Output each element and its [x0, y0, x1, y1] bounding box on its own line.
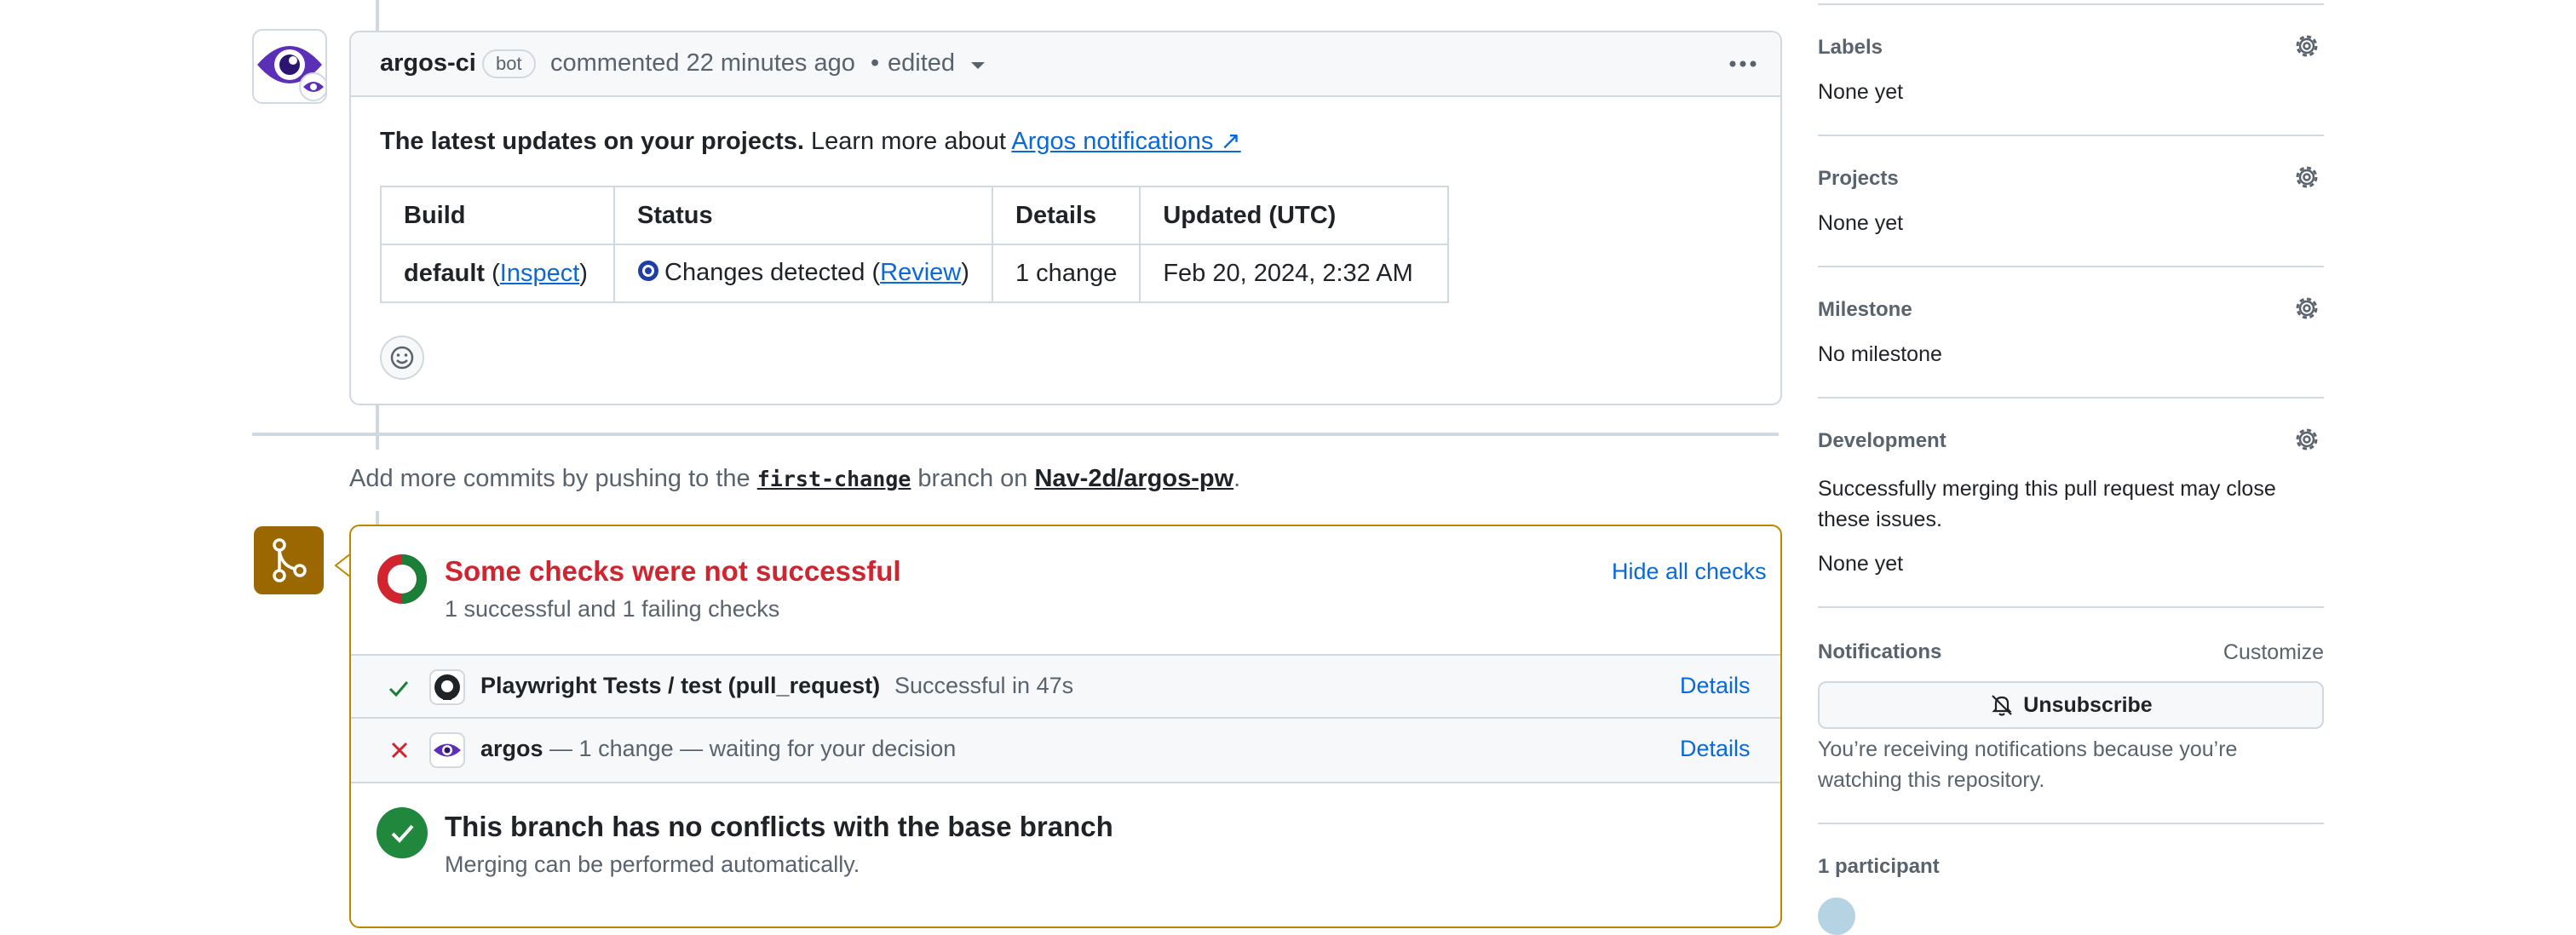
development-gear-icon[interactable] [2291, 424, 2322, 455]
check-details-link[interactable]: Details [1680, 673, 1751, 699]
check-name[interactable]: Playwright Tests / test (pull_request) [480, 673, 880, 699]
bot-avatar[interactable] [252, 29, 328, 104]
col-header-details: Details [991, 186, 1141, 245]
development-text: Successfully merging this pull request m… [1818, 477, 2276, 531]
sidebar-notifications: Notifications Customize [1818, 640, 2324, 674]
merge-ok-icon [377, 807, 428, 858]
check-desc: Successful in 47s [894, 673, 1074, 698]
builds-table: Build Status Details Updated (UTC) defau… [380, 186, 1450, 303]
table-row: default (Inspect) Changes detected (Revi… [380, 244, 1450, 303]
inspect-link[interactable]: Inspect [500, 260, 580, 287]
comment-header: argos-ci bot commented 22 minutes ago • … [351, 32, 1780, 97]
repo-link[interactable]: Nav-2d/argos-pw [1034, 465, 1233, 492]
check-fail-icon [388, 739, 411, 766]
argos-eye-icon [257, 46, 328, 101]
status-text: Changes detected [664, 258, 865, 286]
smiley-icon [390, 346, 414, 370]
sidebar-divider [1818, 3, 2324, 5]
add-reaction-button[interactable] [380, 336, 424, 380]
milestone-title: Milestone [1818, 298, 1912, 321]
argos-notifications-link[interactable]: Argos notifications ↗ [1011, 128, 1240, 155]
development-value: None yet [1818, 552, 1904, 576]
notifications-title: Notifications [1818, 640, 1942, 663]
checks-subtitle: 1 successful and 1 failing checks [445, 596, 780, 622]
push-hint: Add more commits by pushing to the first… [349, 465, 1240, 493]
sidebar-divider [1818, 606, 2324, 608]
timeline-line [376, 436, 379, 450]
kebab-menu-icon[interactable] [1728, 51, 1758, 81]
review-link[interactable]: Review [880, 259, 961, 286]
build-name: default [404, 259, 486, 287]
push-hint-middle: branch on [911, 465, 1035, 492]
edited-label[interactable]: edited [888, 49, 955, 77]
push-hint-prefix: Add more commits by pushing to the [349, 465, 757, 492]
bell-slash-icon [1992, 695, 2013, 716]
cell-updated: Feb 20, 2024, 2:32 AM [1139, 244, 1450, 303]
intro-bold: The latest updates on your projects. [380, 128, 804, 155]
checks-status-donut-icon [377, 554, 428, 605]
notifications-text: You’re receiving notifications because y… [1818, 737, 2238, 792]
sidebar-divider [1818, 397, 2324, 399]
cell-status: Changes detected (Review) [613, 244, 993, 303]
customize-link[interactable]: Customize [2223, 640, 2324, 665]
projects-value: None yet [1818, 211, 1904, 235]
timeline-line [376, 402, 379, 433]
cell-build: default (Inspect) [380, 244, 615, 303]
projects-gear-icon[interactable] [2291, 162, 2322, 192]
bot-comment: argos-ci bot commented 22 minutes ago • … [349, 31, 1782, 405]
checks-panel: Some checks were not successful 1 succes… [349, 525, 1782, 928]
table-header-row: Build Status Details Updated (UTC) [380, 186, 1450, 245]
bot-badge: bot [482, 49, 536, 78]
chevron-down-icon[interactable] [969, 60, 986, 76]
projects-title: Projects [1818, 167, 1899, 190]
comment-author[interactable]: argos-ci [380, 49, 476, 77]
check-name-wrapper: argos — 1 change — waiting for your deci… [480, 736, 956, 762]
branch-name[interactable]: first-change [757, 467, 911, 491]
col-header-build: Build [380, 186, 615, 245]
check-row-argos: argos — 1 change — waiting for your deci… [351, 717, 1780, 783]
github-logo-icon [429, 669, 465, 709]
check-details-link[interactable]: Details [1680, 736, 1751, 762]
timeline-line [376, 0, 379, 31]
labels-title: Labels [1818, 36, 1883, 59]
sidebar-divider [1818, 823, 2324, 824]
check-success-icon [387, 676, 411, 704]
sidebar-divider [1818, 266, 2324, 267]
participant-avatar[interactable] [1818, 898, 1855, 935]
changes-detected-icon [637, 260, 659, 289]
participants-title: 1 participant [1818, 855, 1940, 878]
check-desc: — 1 change — waiting for your decision [549, 736, 957, 761]
checks-title: Some checks were not successful [445, 555, 901, 587]
milestone-value: No milestone [1818, 342, 1942, 366]
timeline-divider [252, 433, 1779, 436]
merge-subtitle: Merging can be performed automatically. [445, 852, 860, 877]
col-header-status: Status [613, 186, 993, 245]
labels-value: None yet [1818, 80, 1904, 104]
milestone-gear-icon[interactable] [2291, 293, 2322, 324]
comment-meta-separator: • [871, 49, 880, 77]
unsubscribe-button[interactable]: Unsubscribe [1818, 681, 2324, 729]
git-merge-icon [254, 526, 324, 594]
push-hint-suffix: . [1233, 465, 1241, 492]
intro-text: Learn more about [803, 128, 1012, 155]
merge-title: This branch has no conflicts with the ba… [445, 811, 1113, 842]
development-title: Development [1818, 429, 1946, 452]
argos-app-icon [429, 732, 465, 772]
sidebar-divider [1818, 135, 2324, 136]
comment-intro: The latest updates on your projects. Lea… [380, 126, 1241, 156]
cell-details: 1 change [991, 244, 1141, 303]
col-header-updated: Updated (UTC) [1139, 186, 1450, 245]
labels-gear-icon[interactable] [2291, 31, 2322, 61]
unsubscribe-label: Unsubscribe [2023, 692, 2153, 717]
comment-meta: commented 22 minutes ago [550, 49, 855, 77]
check-name[interactable]: argos [480, 736, 543, 761]
check-row-playwright: Playwright Tests / test (pull_request) S… [351, 654, 1780, 719]
hide-all-checks-link[interactable]: Hide all checks [1612, 559, 1767, 585]
